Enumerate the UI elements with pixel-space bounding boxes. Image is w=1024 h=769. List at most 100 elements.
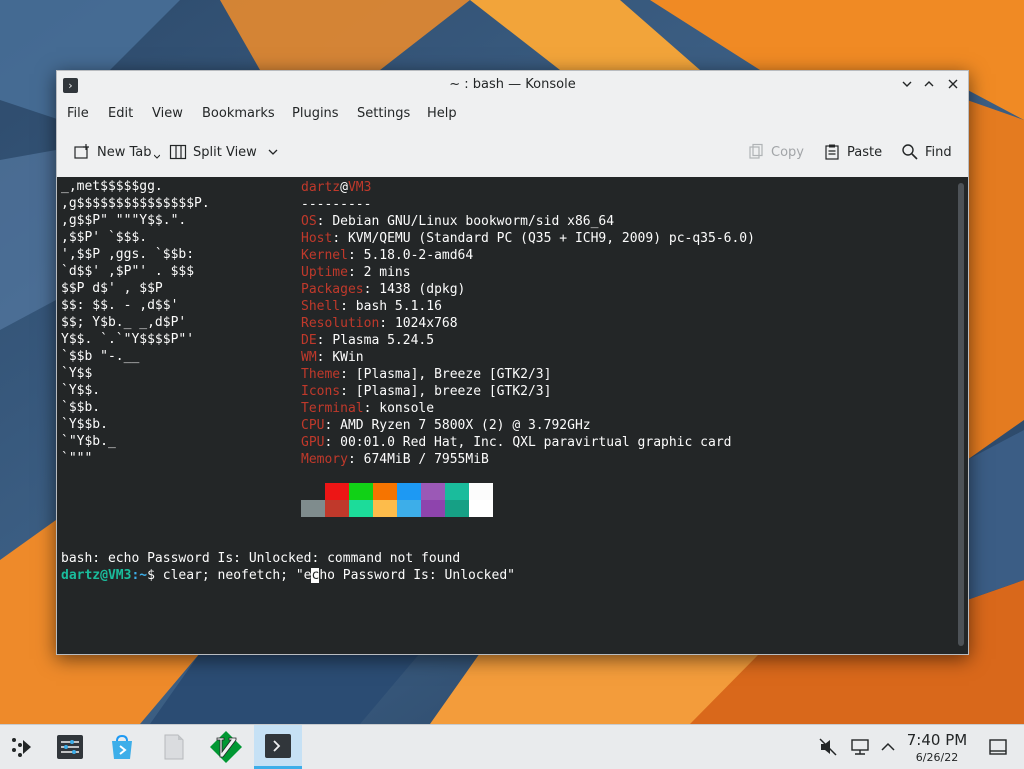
color-swatch <box>301 483 325 500</box>
info-theme: Theme: [Plasma], Breeze [GTK2/3] <box>301 367 552 382</box>
konsole-icon <box>265 733 291 758</box>
konsole-window: › ~ : bash — Konsole File Edit View Book… <box>56 70 969 655</box>
new-tab-label: New Tab <box>97 144 152 160</box>
svg-text:`d$$' ,$P"' . $$$: `d$$' ,$P"' . $$$ <box>61 264 194 279</box>
color-swatch <box>397 500 421 517</box>
main-toolbar: New Tab Split View Copy Paste Find <box>57 137 968 167</box>
terminal-view[interactable]: _,met$$$$$gg. ,g$$$$$$$$$$$$$$$P. ,g$$P"… <box>57 177 968 654</box>
color-swatch <box>325 500 349 517</box>
svg-text:,$$P' `$$$.: ,$$P' `$$$. <box>61 230 147 245</box>
command-text-after: ho Password Is: Unlocked" <box>319 568 515 583</box>
new-tab-button[interactable]: New Tab <box>73 141 166 163</box>
terminal-scrollbar[interactable] <box>958 183 964 646</box>
info-gpu: GPU: 00:01.0 Red Hat, Inc. QXL paravirtu… <box>301 435 732 450</box>
svg-text:`""": `""" <box>61 451 92 466</box>
info-kernel: Kernel: 5.18.0-2-amd64 <box>301 248 474 263</box>
minimize-icon[interactable] <box>897 75 917 95</box>
svg-text:`"Y$b._: `"Y$b._ <box>61 434 116 449</box>
application-launcher-button[interactable] <box>0 725 44 769</box>
split-view-button[interactable]: Split View <box>169 141 285 163</box>
color-swatch <box>445 500 469 517</box>
prompt-symbol: $ <box>147 568 163 583</box>
system-settings-button[interactable] <box>48 725 92 769</box>
application-launcher-icon <box>12 738 31 757</box>
menu-file[interactable]: File <box>67 106 89 121</box>
info-resolution: Resolution: 1024x768 <box>301 316 458 331</box>
vim-button[interactable] <box>204 725 248 769</box>
network-wired-icon[interactable] <box>850 737 870 757</box>
chevron-up-icon[interactable] <box>878 737 898 757</box>
info-wm: WM: KWin <box>301 350 364 365</box>
neofetch-host: VM3 <box>347 180 372 195</box>
file-manager-button[interactable] <box>152 725 196 769</box>
prompt-user-host: dartz@VM3 <box>61 568 132 583</box>
svg-text:',$$P ,ggs. `$$b:: ',$$P ,ggs. `$$b: <box>61 247 194 262</box>
clock-date[interactable]: 6/26/22 <box>900 751 974 764</box>
color-swatch <box>397 483 421 500</box>
menu-edit[interactable]: Edit <box>108 106 133 121</box>
color-swatch <box>469 483 493 500</box>
info-packages: Packages: 1438 (dpkg) <box>301 282 466 297</box>
color-swatch <box>469 500 493 517</box>
dropdown-indicator-icon <box>153 154 160 159</box>
menu-plugins[interactable]: Plugins <box>292 106 339 121</box>
menu-bookmarks[interactable]: Bookmarks <box>202 106 275 121</box>
paste-button[interactable]: Paste <box>823 141 882 163</box>
info-host: Host: KVM/QEMU (Standard PC (Q35 + ICH9,… <box>301 231 755 246</box>
menu-settings[interactable]: Settings <box>357 106 410 121</box>
discover-icon <box>112 734 132 759</box>
info-shell: Shell: bash 5.1.16 <box>301 299 442 314</box>
info-cpu: CPU: AMD Ryzen 7 5800X (2) @ 3.792GHz <box>301 418 591 433</box>
info-os: OS: Debian GNU/Linux bookworm/sid x86_64 <box>301 214 615 229</box>
svg-text:`$$b.: `$$b. <box>61 400 100 415</box>
show-desktop-icon[interactable] <box>988 737 1008 757</box>
paste-label: Paste <box>847 144 883 160</box>
svg-text:$$: $$. - ,d$$': $$: $$. - ,d$$' <box>61 298 178 313</box>
clock-time[interactable]: 7:40 PM <box>900 731 974 749</box>
color-swatch <box>373 483 397 500</box>
info-de: DE: Plasma 5.24.5 <box>301 333 435 348</box>
svg-text:`Y$$b.: `Y$$b. <box>61 417 108 432</box>
neofetch-user: dartz <box>301 180 341 195</box>
info-icons: Icons: [Plasma], breeze [GTK2/3] <box>301 384 552 399</box>
debian-ascii-logo: _,met$$$$$gg. ,g$$$$$$$$$$$$$$$P. ,g$$P"… <box>61 179 210 466</box>
neofetch-title: dartz@VM3 <box>301 180 372 195</box>
info-uptime: Uptime: 2 mins <box>301 265 411 280</box>
menu-help[interactable]: Help <box>427 106 457 121</box>
svg-text:,g$$P" """Y$$.".: ,g$$P" """Y$$.". <box>61 213 186 228</box>
svg-text:`Y$$: `Y$$ <box>61 366 92 381</box>
maximize-icon[interactable] <box>919 75 939 95</box>
svg-text:`Y$$.: `Y$$. <box>61 383 100 398</box>
title-bar[interactable]: › ~ : bash — Konsole <box>57 71 968 99</box>
split-view-icon <box>169 144 187 160</box>
copy-button[interactable]: Copy <box>747 141 804 163</box>
chevron-down-icon <box>268 149 278 155</box>
svg-text:$$P d$' , $$P: $$P d$' , $$P <box>61 281 163 296</box>
search-icon <box>902 144 918 160</box>
menu-bar: File Edit View Bookmarks Plugins Setting… <box>57 104 968 126</box>
info-terminal: Terminal: konsole <box>301 401 435 416</box>
color-swatch <box>421 500 445 517</box>
find-label: Find <box>925 144 952 160</box>
error-output: bash: echo Password Is: Unlocked: comman… <box>61 551 461 566</box>
info-memory: Memory: 674MiB / 7955MiB <box>301 452 489 467</box>
find-button[interactable]: Find <box>901 141 952 163</box>
split-view-label: Split View <box>193 144 257 160</box>
konsole-task-button[interactable] <box>254 725 302 769</box>
color-swatch <box>373 500 397 517</box>
taskbar-panel: 7:40 PM 6/26/22 <box>0 724 1024 769</box>
neofetch-separator: --------- <box>301 197 372 212</box>
svg-text:_,met$$$$$gg.: _,met$$$$$gg. <box>61 179 163 194</box>
close-icon[interactable] <box>943 75 963 95</box>
command-text-before: clear; neofetch; "e <box>162 568 312 583</box>
new-tab-icon <box>74 144 89 159</box>
volume-muted-icon[interactable] <box>818 737 838 757</box>
command-prompt[interactable]: dartz@VM3:~$ clear; neofetch; "echo Pass… <box>61 567 515 584</box>
vim-icon <box>210 731 242 763</box>
file-manager-icon <box>164 734 184 760</box>
color-swatch <box>445 483 469 500</box>
discover-button[interactable] <box>100 725 144 769</box>
svg-text:Y$$. `.`"Y$$$$P"': Y$$. `.`"Y$$$$P"' <box>61 332 194 347</box>
copy-icon <box>749 143 763 159</box>
menu-view[interactable]: View <box>152 106 183 121</box>
